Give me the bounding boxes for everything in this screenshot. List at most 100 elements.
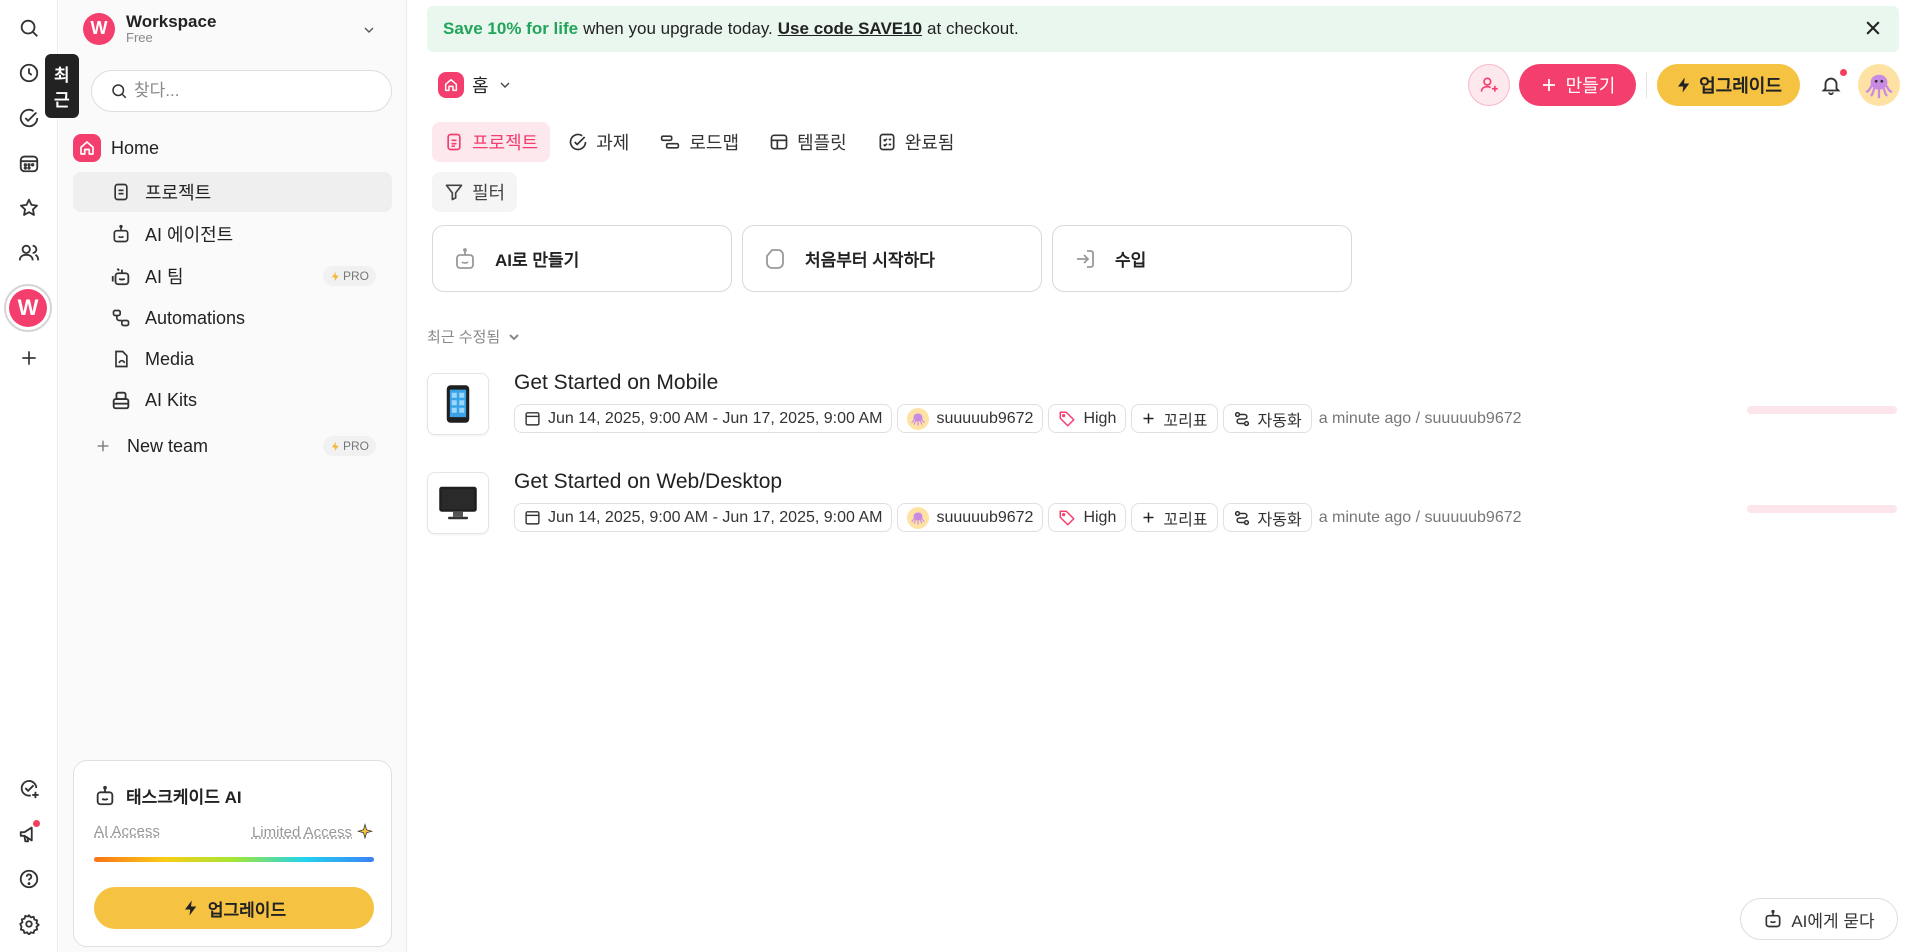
sidebar-item-ai-team[interactable]: AI 팀 PRO <box>73 256 392 296</box>
notification-dot <box>31 818 42 829</box>
automation-chip[interactable]: 자동화 <box>1222 503 1312 532</box>
octopus-avatar-icon <box>907 407 930 430</box>
upgrade-button[interactable]: 업그레이드 <box>1657 64 1800 106</box>
help-icon[interactable] <box>10 860 48 898</box>
file-text-icon <box>107 178 135 206</box>
tab-roadmap[interactable]: 로드맵 <box>647 122 751 162</box>
ai-access-value: Limited Access <box>252 823 374 841</box>
date-range-chip[interactable]: Jun 14, 2025, 9:00 AM - Jun 17, 2025, 9:… <box>514 404 893 433</box>
chevron-down-icon <box>509 333 519 340</box>
start-from-scratch-card[interactable]: 처음부터 시작하다 <box>742 225 1042 292</box>
kits-icon <box>107 386 135 414</box>
project-title[interactable]: Get Started on Mobile <box>514 371 718 395</box>
project-progress-bar <box>1747 505 1897 513</box>
project-title[interactable]: Get Started on Web/Desktop <box>514 470 782 494</box>
sidebar-item-label: AI 에이전트 <box>145 225 234 245</box>
robot-icon <box>456 247 474 269</box>
create-button[interactable]: 만들기 <box>1519 64 1636 106</box>
promo-banner: Save 10% for life when you upgrade today… <box>427 6 1899 52</box>
promo-code[interactable]: Use code SAVE10 <box>778 19 922 39</box>
tab-templates[interactable]: 템플릿 <box>757 122 859 162</box>
assignee-chip[interactable]: suuuuub9672 <box>897 503 1044 532</box>
automation-chip[interactable]: 자동화 <box>1222 404 1312 433</box>
media-icon <box>107 345 135 373</box>
add-tag-chip[interactable]: 꼬리표 <box>1131 503 1218 532</box>
sidebar-item-home[interactable]: Home <box>73 128 392 168</box>
breadcrumb[interactable]: 홈 <box>438 72 513 98</box>
plus-icon <box>1143 512 1154 523</box>
search-box[interactable] <box>91 70 392 112</box>
updated-text: a minute ago / suuuuub9672 <box>1318 508 1522 526</box>
projects-icon <box>447 133 461 151</box>
sidebar: W Workspace Free Home 프로젝트 AI 에이전트 <box>59 0 407 952</box>
search-icon[interactable] <box>10 9 48 47</box>
project-meta: Jun 14, 2025, 9:00 AM - Jun 17, 2025, 9:… <box>514 404 1522 433</box>
robot-icon <box>107 220 135 248</box>
template-icon <box>770 134 788 150</box>
priority-chip[interactable]: High <box>1048 404 1127 433</box>
megaphone-icon[interactable] <box>10 815 48 853</box>
add-tag-chip[interactable]: 꼬리표 <box>1131 404 1218 433</box>
lightning-icon <box>1678 77 1690 93</box>
tab-projects[interactable]: 프로젝트 <box>432 122 551 162</box>
sparkle-icon <box>356 823 374 840</box>
workspace-plan: Free <box>126 30 153 45</box>
project-progress-bar <box>1747 406 1897 414</box>
promo-text: when you upgrade today. <box>583 19 773 38</box>
view-tabs: 프로젝트 과제 로드맵 템플릿 완료됨 <box>432 122 966 162</box>
date-range-chip[interactable]: Jun 14, 2025, 9:00 AM - Jun 17, 2025, 9:… <box>514 503 893 532</box>
check-add-icon[interactable] <box>10 770 48 808</box>
plus-icon[interactable] <box>10 339 48 377</box>
automation-icon <box>1234 411 1249 426</box>
star-icon[interactable] <box>10 189 48 227</box>
create-with-ai-card[interactable]: AI로 만들기 <box>432 225 732 292</box>
project-meta: Jun 14, 2025, 9:00 AM - Jun 17, 2025, 9:… <box>514 503 1522 532</box>
header-divider <box>1646 72 1647 98</box>
priority-chip[interactable]: High <box>1048 503 1127 532</box>
sidebar-item-new-team[interactable]: New team PRO <box>73 426 392 466</box>
plus-icon <box>89 432 117 460</box>
filter-icon <box>445 184 463 201</box>
workspace-switcher[interactable]: W <box>4 284 52 332</box>
ai-access-bar <box>94 857 374 862</box>
sidebar-item-label: Home <box>111 137 160 158</box>
users-icon[interactable] <box>10 234 48 272</box>
sidebar-upgrade-button[interactable]: 업그레이드 <box>94 887 374 929</box>
tab-tasks[interactable]: 과제 <box>556 122 641 162</box>
ask-ai-button[interactable]: AI에게 묻다 <box>1740 898 1898 940</box>
sidebar-item-projects[interactable]: 프로젝트 <box>73 172 392 212</box>
close-icon[interactable] <box>1863 18 1883 38</box>
octopus-avatar-icon <box>907 506 930 529</box>
search-input[interactable] <box>134 81 374 101</box>
robot-icon <box>1765 909 1781 928</box>
workspace-name: Workspace <box>126 12 217 31</box>
invite-user-button[interactable] <box>1468 64 1510 106</box>
filter-button[interactable]: 필터 <box>432 172 518 212</box>
blank-page-icon <box>766 248 784 269</box>
sidebar-item-label: AI 팀 <box>145 267 184 287</box>
pro-badge: PRO <box>322 436 376 456</box>
sidebar-item-ai-agent[interactable]: AI 에이전트 <box>73 214 392 254</box>
clock-icon[interactable] <box>10 54 48 92</box>
user-avatar[interactable] <box>1858 64 1900 106</box>
breadcrumb-label: 홈 <box>472 76 489 96</box>
calendar-icon[interactable] <box>10 144 48 182</box>
settings-gear-icon[interactable] <box>10 905 48 943</box>
tab-completed[interactable]: 완료됨 <box>865 122 967 162</box>
chevron-down-icon[interactable] <box>361 22 377 38</box>
workspace-header[interactable]: W Workspace Free <box>83 12 216 45</box>
recent-heading[interactable]: 최근 수정됨 <box>427 326 522 347</box>
check-circle-icon <box>569 133 587 151</box>
assignee-chip[interactable]: suuuuub9672 <box>897 404 1044 433</box>
sidebar-item-media[interactable]: Media <box>73 339 392 379</box>
check-circle-icon[interactable] <box>10 99 48 137</box>
home-icon <box>73 134 101 162</box>
sidebar-item-automations[interactable]: Automations <box>73 298 392 338</box>
project-row[interactable]: Get Started on Mobile Jun 14, 2025, 9:00… <box>427 371 1897 443</box>
plus-icon <box>1143 413 1154 424</box>
import-card[interactable]: 수입 <box>1052 225 1352 292</box>
sidebar-item-ai-kits[interactable]: AI Kits <box>73 380 392 420</box>
automation-icon <box>1234 510 1249 525</box>
sidebar-item-label: 프로젝트 <box>145 183 212 203</box>
project-row[interactable]: Get Started on Web/Desktop Jun 14, 2025,… <box>427 470 1897 542</box>
